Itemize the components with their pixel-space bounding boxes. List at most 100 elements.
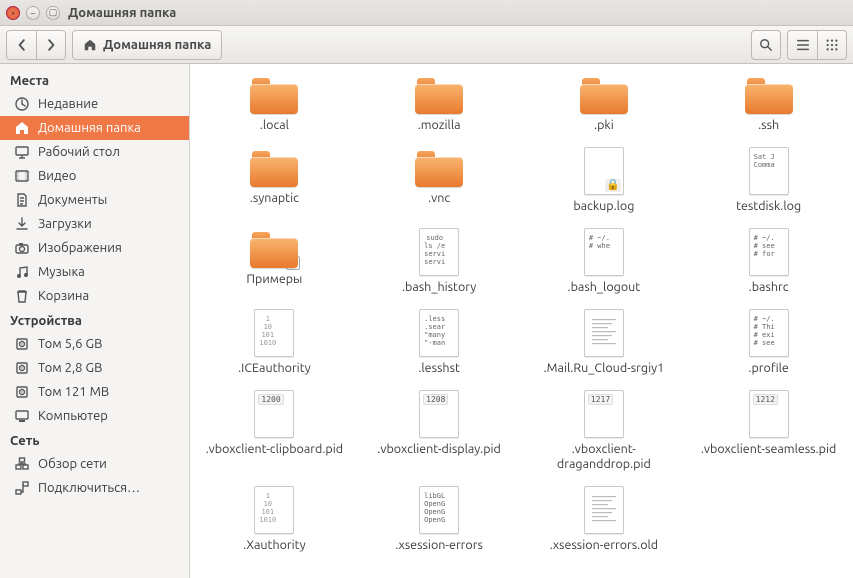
- download-icon: [14, 216, 30, 232]
- file-preview-text: # ~/. # whe: [589, 234, 610, 250]
- document-icon: 1208: [419, 390, 459, 438]
- sidebar-item-trash[interactable]: Корзина: [0, 284, 189, 308]
- file-item[interactable]: libGL OpenG OpenG OpenG.xsession-errors: [364, 486, 514, 553]
- file-item[interactable]: .xsession-errors.old: [529, 486, 679, 553]
- file-label: .profile: [748, 361, 788, 376]
- file-item[interactable]: 1217 .vboxclient-draganddrop.pid: [529, 390, 679, 472]
- path-segment-label: Домашняя папка: [103, 38, 211, 52]
- file-item[interactable]: sudo ls /e servi servi .bash_history: [364, 228, 514, 295]
- sidebar-item-pictures[interactable]: Изображения: [0, 236, 189, 260]
- chevron-right-icon: [45, 39, 57, 51]
- document-icon: [584, 147, 624, 195]
- document-icon: 1 10 101 1010: [254, 309, 294, 357]
- sidebar-item-label: Корзина: [38, 289, 89, 303]
- path-bar: Домашняя папка: [72, 30, 745, 60]
- file-preview-text: 1 10 101 1010: [259, 492, 276, 524]
- file-item[interactable]: .vnc: [364, 147, 514, 214]
- maximize-icon[interactable]: ▢: [46, 6, 60, 20]
- folder-icon: [250, 147, 298, 187]
- sidebar-item-vol28[interactable]: Том 2,8 GB: [0, 356, 189, 380]
- list-icon: [796, 38, 810, 52]
- toolbar: Домашняя папка: [0, 26, 853, 64]
- list-view-button[interactable]: [787, 30, 817, 60]
- file-preview-text: 1 10 101 1010: [259, 315, 276, 347]
- document-icon: 1 10 101 1010: [254, 486, 294, 534]
- file-item[interactable]: 1200.vboxclient-clipboard.pid: [199, 390, 349, 472]
- file-item[interactable]: .synaptic: [199, 147, 349, 214]
- file-preview-text: .less .sear "many "-man: [424, 315, 445, 347]
- sidebar-section-places: Места: [0, 68, 189, 92]
- desktop-icon: [14, 144, 30, 160]
- sidebar-item-home[interactable]: Домашняя папка: [0, 116, 189, 140]
- file-item[interactable]: 1212.vboxclient-seamless.pid: [694, 390, 844, 472]
- file-item[interactable]: .mozilla: [364, 74, 514, 133]
- file-item[interactable]: .local: [199, 74, 349, 133]
- file-badge: 1212: [753, 394, 778, 405]
- titlebar: × – ▢ Домашняя папка: [0, 0, 853, 26]
- back-button[interactable]: [6, 30, 36, 60]
- file-label: .vboxclient-draganddrop.pid: [534, 442, 674, 472]
- file-item[interactable]: 1 10 101 1010 .ICEauthority: [199, 309, 349, 376]
- net-icon: [14, 456, 30, 472]
- file-item[interactable]: 1208.vboxclient-display.pid: [364, 390, 514, 472]
- file-label: testdisk.log: [736, 199, 801, 214]
- sidebar-item-browse[interactable]: Обзор сети: [0, 452, 189, 476]
- folder-icon: [580, 74, 628, 114]
- file-item[interactable]: .pki: [529, 74, 679, 133]
- file-preview-text: # ~/. # Thi # exi # see: [754, 315, 775, 347]
- minimize-icon[interactable]: –: [26, 6, 40, 20]
- music-icon: [14, 264, 30, 280]
- file-label: .lesshst: [418, 361, 460, 376]
- disk-icon: [14, 384, 30, 400]
- file-item[interactable]: # ~/. # see # for.bashrc: [694, 228, 844, 295]
- path-segment-home[interactable]: Домашняя папка: [72, 30, 222, 60]
- file-label: .xsession-errors.old: [550, 538, 658, 553]
- trash-icon: [14, 288, 30, 304]
- file-label: .xsession-errors: [395, 538, 483, 553]
- sidebar-item-vol56[interactable]: Том 5,6 GB: [0, 332, 189, 356]
- sidebar-item-label: Загрузки: [38, 217, 92, 231]
- sidebar-item-vol121[interactable]: Том 121 MB: [0, 380, 189, 404]
- sidebar-item-recent[interactable]: Недавние: [0, 92, 189, 116]
- file-item[interactable]: ↗Примеры: [199, 228, 349, 295]
- file-label: .Xauthority: [243, 538, 306, 553]
- file-label: .ssh: [758, 118, 779, 133]
- sidebar-item-desktop[interactable]: Рабочий стол: [0, 140, 189, 164]
- file-item[interactable]: # ~/. # Thi # exi # see .profile: [694, 309, 844, 376]
- grid-view-button[interactable]: [817, 30, 847, 60]
- file-item[interactable]: .Mail.Ru_Cloud-srgiy1: [529, 309, 679, 376]
- sidebar-item-label: Музыка: [38, 265, 85, 279]
- link-badge-icon: ↗: [286, 256, 300, 270]
- close-icon[interactable]: ×: [6, 6, 20, 20]
- file-item[interactable]: Sat J Commatestdisk.log: [694, 147, 844, 214]
- sidebar: Места НедавниеДомашняя папкаРабочий стол…: [0, 64, 190, 578]
- file-preview-text: sudo ls /e servi servi: [424, 234, 445, 266]
- document-icon: # ~/. # Thi # exi # see: [749, 309, 789, 357]
- file-item[interactable]: # ~/. # whe.bash_logout: [529, 228, 679, 295]
- file-view[interactable]: .local .mozilla .pki .ssh .synaptic .vncbacku…: [190, 64, 853, 578]
- forward-button[interactable]: [36, 30, 66, 60]
- sidebar-item-computer[interactable]: Компьютер: [0, 404, 189, 428]
- camera-icon: [14, 240, 30, 256]
- computer-icon: [14, 408, 30, 424]
- home-icon: [14, 120, 30, 136]
- sidebar-item-documents[interactable]: Документы: [0, 188, 189, 212]
- file-item[interactable]: .less .sear "many "-man .lesshst: [364, 309, 514, 376]
- file-item[interactable]: backup.log: [529, 147, 679, 214]
- file-label: .synaptic: [250, 191, 299, 206]
- sidebar-section-network: Сеть: [0, 428, 189, 452]
- file-item[interactable]: .ssh: [694, 74, 844, 133]
- sidebar-item-music[interactable]: Музыка: [0, 260, 189, 284]
- sidebar-item-label: Документы: [38, 193, 107, 207]
- document-icon: 1200: [254, 390, 294, 438]
- home-icon: [83, 38, 97, 52]
- sidebar-item-videos[interactable]: Видео: [0, 164, 189, 188]
- search-icon: [759, 38, 773, 52]
- file-badge: 1217: [588, 394, 613, 405]
- sidebar-item-connect[interactable]: Подключиться…: [0, 476, 189, 500]
- search-button[interactable]: [751, 30, 781, 60]
- sidebar-item-downloads[interactable]: Загрузки: [0, 212, 189, 236]
- file-label: .ICEauthority: [238, 361, 311, 376]
- file-label: .bash_history: [402, 280, 476, 295]
- file-item[interactable]: 1 10 101 1010 .Xauthority: [199, 486, 349, 553]
